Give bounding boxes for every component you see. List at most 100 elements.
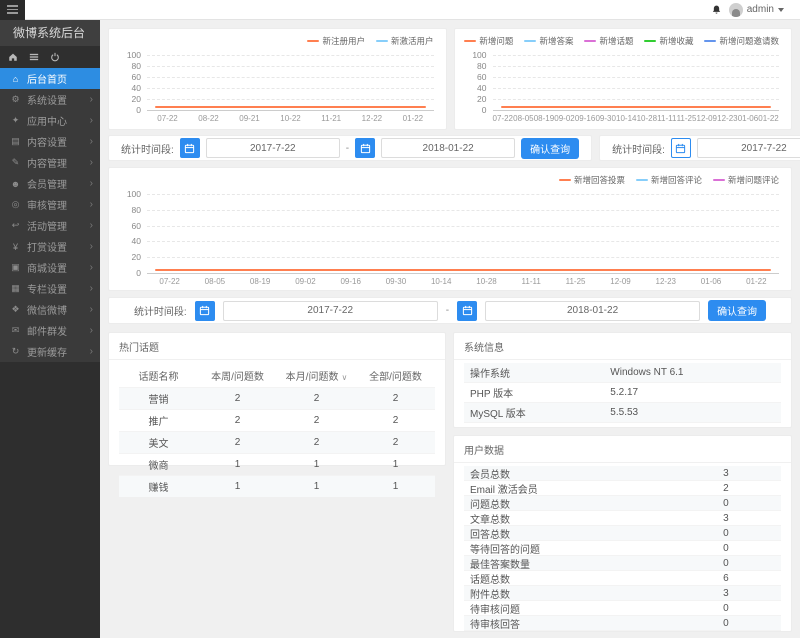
legend-label: 新增问题邀请数	[719, 35, 779, 47]
legend-item[interactable]: 新增回答评论	[636, 174, 702, 186]
gridline	[493, 88, 780, 89]
home-icon[interactable]	[8, 52, 18, 62]
x-axis-tick-label: 11-11	[522, 277, 541, 286]
sidebar-item-2[interactable]: ✦应用中心›	[0, 110, 100, 131]
legend-item[interactable]: 新增收藏	[644, 35, 693, 47]
x-axis-tick-label: 10-14	[616, 114, 636, 123]
hot-topics-column-header[interactable]: 本月/问题数∨	[277, 363, 356, 388]
gridline	[147, 194, 779, 195]
start-date-input[interactable]	[697, 138, 800, 158]
sidebar-item-12[interactable]: ✉邮件群发›	[0, 320, 100, 341]
stat-label: 会员总数	[470, 466, 723, 481]
x-axis-tick-label: 09-16	[340, 277, 360, 286]
legend-item[interactable]: 新增话题	[584, 35, 633, 47]
start-date-input[interactable]	[206, 138, 340, 158]
power-icon[interactable]	[50, 52, 60, 62]
y-axis-tick-label: 40	[132, 236, 141, 246]
sidebar-item-6[interactable]: ◎审核管理›	[0, 194, 100, 215]
start-date-picker-button[interactable]	[195, 301, 215, 321]
list-item: 会员总数3	[464, 466, 781, 481]
list-item: 附件总数3	[464, 586, 781, 601]
chevron-right-icon: ›	[90, 325, 93, 336]
legend-swatch-icon	[524, 40, 536, 42]
sidebar-toggle-button[interactable]	[0, 0, 25, 20]
sidebar-item-0[interactable]: ⌂后台首页	[0, 68, 100, 89]
chevron-right-icon: ›	[90, 220, 93, 231]
system-info-panel: 系统信息 操作系统Windows NT 6.1PHP 版本5.2.17MySQL…	[453, 332, 792, 428]
start-date-picker-button[interactable]	[180, 138, 200, 158]
gridline	[147, 66, 434, 67]
legend-item[interactable]: 新增回答投票	[559, 174, 625, 186]
sidebar-item-7[interactable]: ↩活动管理›	[0, 215, 100, 236]
legend-item[interactable]: 新增问题邀请数	[704, 35, 779, 47]
stat-value: Windows NT 6.1	[610, 367, 683, 378]
stat-label: 附件总数	[470, 586, 723, 601]
x-axis-tick-label: 08-05	[513, 114, 533, 123]
sidebar-item-10[interactable]: ▦专栏设置›	[0, 278, 100, 299]
confirm-query-button[interactable]: 确认查询	[521, 138, 579, 159]
system-info-list: 操作系统Windows NT 6.1PHP 版本5.2.17MySQL 版本5.…	[464, 363, 781, 423]
topic-count: 2	[198, 432, 277, 454]
stat-value: 3	[723, 468, 729, 479]
chart-legend: 新注册用户新激活用户	[307, 35, 433, 47]
gridline	[493, 55, 780, 56]
y-axis-tick-label: 0	[136, 268, 141, 278]
hamburger-icon	[7, 5, 18, 14]
legend-item[interactable]: 新注册用户	[307, 35, 365, 47]
sidebar-item-9[interactable]: ▣商城设置›	[0, 257, 100, 278]
topic-count: 2	[198, 388, 277, 410]
x-axis-tick-label: 01-22	[746, 277, 766, 286]
sidebar-item-8[interactable]: ¥打赏设置›	[0, 236, 100, 257]
x-axis-tick-label: 12-22	[362, 114, 382, 123]
sidebar-item-13[interactable]: ↻更新缓存›	[0, 341, 100, 362]
stat-label: 最佳答案数量	[470, 556, 723, 571]
list-item: 待审核问题0	[464, 601, 781, 616]
sidebar-item-5[interactable]: ☻会员管理›	[0, 173, 100, 194]
sidebar-item-3[interactable]: ▤内容设置›	[0, 131, 100, 152]
legend-item[interactable]: 新激活用户	[376, 35, 434, 47]
menu-list-icon[interactable]	[29, 52, 39, 62]
x-axis-tick-label: 12-23	[717, 114, 737, 123]
topic-count: 1	[198, 454, 277, 476]
topic-count: 2	[277, 388, 356, 410]
hot-topics-panel: 热门话题 话题名称本周/问题数本月/问题数∨全部/问题数 营销222推广222美…	[108, 332, 446, 466]
confirm-query-button[interactable]: 确认查询	[708, 300, 766, 321]
legend-item[interactable]: 新增问题评论	[713, 174, 779, 186]
end-date-picker-button[interactable]	[457, 301, 477, 321]
user-menu-trigger[interactable]: admin	[729, 3, 784, 17]
topic-count: 1	[356, 476, 435, 498]
sidebar-item-label: 活动管理	[22, 218, 90, 233]
end-date-picker-button[interactable]	[355, 138, 375, 158]
table-row: 微商111	[119, 454, 435, 476]
sidebar-item-11[interactable]: ❖微信微博›	[0, 299, 100, 320]
hot-topics-column-header: 本周/问题数	[198, 363, 277, 388]
stat-label: 操作系统	[470, 365, 610, 380]
legend-item[interactable]: 新增问题	[464, 35, 513, 47]
legend-item[interactable]: 新增答案	[524, 35, 573, 47]
sidebar-item-1[interactable]: ⚙系统设置›	[0, 89, 100, 110]
user-icon: ☻	[9, 179, 22, 189]
sidebar-item-4[interactable]: ✎内容管理›	[0, 152, 100, 173]
y-axis-tick-label: 60	[132, 72, 141, 82]
sidebar-item-label: 内容管理	[22, 155, 90, 170]
sidebar-item-label: 内容设置	[22, 134, 90, 149]
topic-count: 2	[277, 432, 356, 454]
end-date-input[interactable]	[381, 138, 515, 158]
x-axis-tick-label: 11-21	[321, 114, 341, 123]
list-item: MySQL 版本5.5.53	[464, 403, 781, 423]
avatar	[729, 3, 743, 17]
sidebar-menu: ⌂后台首页⚙系统设置›✦应用中心›▤内容设置›✎内容管理›☻会员管理›◎审核管理…	[0, 68, 100, 362]
hot-topics-table: 话题名称本周/问题数本月/问题数∨全部/问题数 营销222推广222美文222微…	[119, 363, 435, 497]
end-date-input[interactable]	[485, 301, 700, 321]
x-axis-tick-label: 09-02	[554, 114, 574, 123]
notifications-bell-icon[interactable]	[711, 4, 722, 16]
start-date-input[interactable]	[223, 301, 438, 321]
table-row: 美文222	[119, 432, 435, 454]
x-axis-tick-label: 10-22	[280, 114, 300, 123]
chevron-right-icon: ›	[90, 262, 93, 273]
topic-name: 赚钱	[119, 476, 198, 498]
table-row: 推广222	[119, 410, 435, 432]
x-axis-tick-label: 08-22	[198, 114, 218, 123]
start-date-picker-button[interactable]	[671, 138, 691, 158]
activity-icon: ↩	[9, 220, 22, 231]
